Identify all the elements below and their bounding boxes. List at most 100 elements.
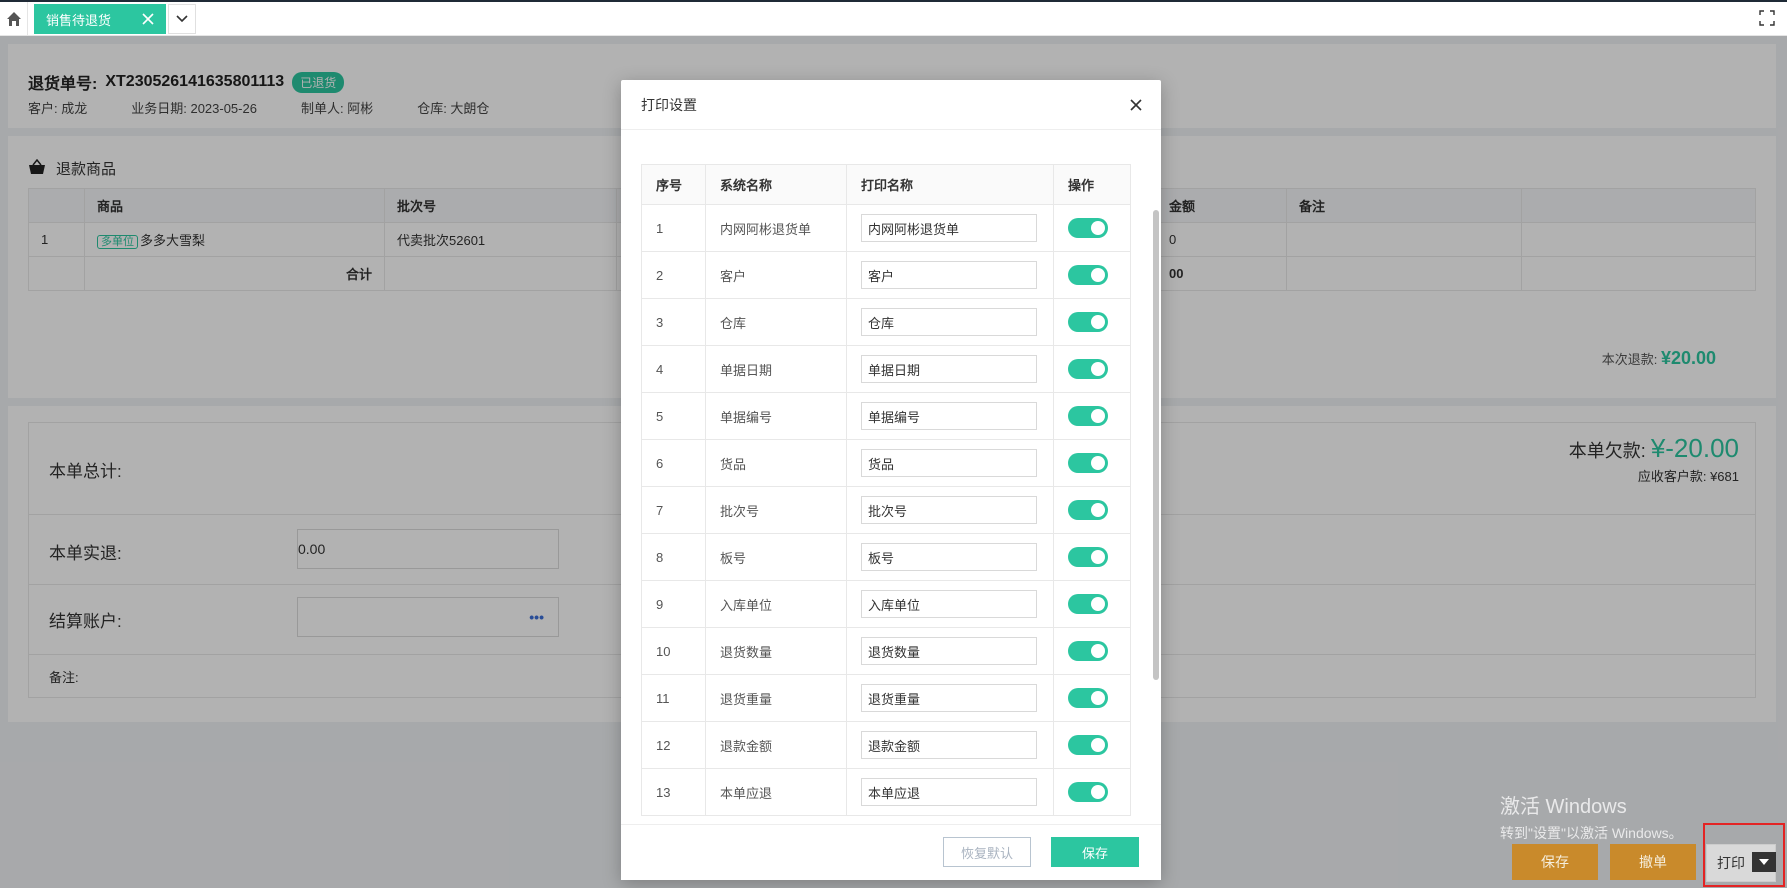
visibility-toggle[interactable] (1068, 688, 1108, 708)
system-name: 客户 (705, 251, 847, 299)
table-row: 9 入库单位 入库单位 (641, 580, 1131, 628)
watermark-line1: 激活 Windows (1500, 796, 1627, 818)
watermark-line2: 转到"设置"以激活 Windows。 (1500, 825, 1683, 841)
print-name-cell: 退货数量 (846, 627, 1054, 675)
print-name-cell: 本单应退 (846, 768, 1054, 816)
tab-sales-return[interactable]: 销售待退货 (34, 4, 166, 34)
print-name-cell: 货品 (846, 439, 1054, 487)
print-name-input[interactable]: 客户 (861, 261, 1037, 289)
col-header: 打印名称 (846, 164, 1054, 205)
print-name-input[interactable]: 内网阿彬退货单 (861, 214, 1037, 242)
row-number: 7 (641, 486, 706, 534)
restore-default-button[interactable]: 恢复默认 (943, 837, 1031, 867)
dialog-body: 序号 系统名称 打印名称 操作 1 内网阿彬退货单 内网阿彬退货单 2 客户 客户 3 仓库仓… (621, 130, 1161, 824)
col-header: 序号 (641, 164, 706, 205)
print-name-cell: 批次号 (846, 486, 1054, 534)
row-number: 9 (641, 580, 706, 628)
row-number: 8 (641, 533, 706, 581)
row-number: 4 (641, 345, 706, 393)
system-name: 批次号 (705, 486, 847, 534)
table-row: 13 本单应退 本单应退 (641, 768, 1131, 816)
print-name-cell: 客户 (846, 251, 1054, 299)
print-name-input[interactable]: 本单应退 (861, 778, 1037, 806)
print-name-input[interactable]: 退货重量 (861, 684, 1037, 712)
row-number: 5 (641, 392, 706, 440)
print-name-input[interactable]: 入库单位 (861, 590, 1037, 618)
row-number: 2 (641, 251, 706, 299)
visibility-toggle[interactable] (1068, 265, 1108, 285)
system-name: 板号 (705, 533, 847, 581)
home-icon[interactable] (0, 2, 28, 36)
visibility-toggle[interactable] (1068, 594, 1108, 614)
print-name-cell: 入库单位 (846, 580, 1054, 628)
system-name: 单据编号 (705, 392, 847, 440)
table-row: 2 客户 客户 (641, 251, 1131, 299)
print-name-input[interactable]: 仓库 (861, 308, 1037, 336)
print-name-input[interactable]: 退货数量 (861, 637, 1037, 665)
table-row: 8 板号 板号 (641, 533, 1131, 581)
system-name: 入库单位 (705, 580, 847, 628)
print-name-input[interactable]: 单据编号 (861, 402, 1037, 430)
toggle-cell (1053, 533, 1131, 581)
print-name-input[interactable]: 批次号 (861, 496, 1037, 524)
system-name: 仓库 (705, 298, 847, 346)
system-name: 单据日期 (705, 345, 847, 393)
visibility-toggle[interactable] (1068, 547, 1108, 567)
scrollbar[interactable] (1153, 210, 1159, 680)
system-name: 退货数量 (705, 627, 847, 675)
visibility-toggle[interactable] (1068, 359, 1108, 379)
system-name: 退款金额 (705, 721, 847, 769)
close-icon[interactable] (1127, 96, 1145, 114)
print-name-cell: 退款金额 (846, 721, 1054, 769)
toggle-cell (1053, 768, 1131, 816)
toggle-cell (1053, 674, 1131, 722)
save-button[interactable]: 保存 (1051, 837, 1139, 867)
table-row: 6 货品 货品 (641, 439, 1131, 487)
print-name-input[interactable]: 退款金额 (861, 731, 1037, 759)
toggle-cell (1053, 439, 1131, 487)
print-fields-table: 序号 系统名称 打印名称 操作 1 内网阿彬退货单 内网阿彬退货单 2 客户 客户 3 仓库仓… (641, 164, 1131, 816)
fullscreen-icon[interactable] (1759, 10, 1775, 26)
toggle-cell (1053, 345, 1131, 393)
toggle-cell (1053, 298, 1131, 346)
visibility-toggle[interactable] (1068, 500, 1108, 520)
row-number: 3 (641, 298, 706, 346)
visibility-toggle[interactable] (1068, 218, 1108, 238)
fields-header-row: 序号 系统名称 打印名称 操作 (641, 164, 1131, 205)
row-number: 13 (641, 768, 706, 816)
close-icon[interactable] (140, 11, 156, 27)
row-number: 10 (641, 627, 706, 675)
visibility-toggle[interactable] (1068, 782, 1108, 802)
visibility-toggle[interactable] (1068, 735, 1108, 755)
toggle-cell (1053, 721, 1131, 769)
row-number: 12 (641, 721, 706, 769)
table-row: 3 仓库 仓库 (641, 298, 1131, 346)
toggle-cell (1053, 392, 1131, 440)
col-header: 系统名称 (705, 164, 847, 205)
print-name-input[interactable]: 货品 (861, 449, 1037, 477)
table-row: 5 单据编号 单据编号 (641, 392, 1131, 440)
highlight-box (1703, 823, 1785, 887)
system-name: 内网阿彬退货单 (705, 204, 847, 252)
system-name: 退货重量 (705, 674, 847, 722)
print-settings-dialog: 打印设置 序号 系统名称 打印名称 操作 1 内网阿彬退货单 内网阿彬退货单 2 客户客… (621, 80, 1161, 880)
visibility-toggle[interactable] (1068, 453, 1108, 473)
visibility-toggle[interactable] (1068, 641, 1108, 661)
visibility-toggle[interactable] (1068, 312, 1108, 332)
visibility-toggle[interactable] (1068, 406, 1108, 426)
dialog-title: 打印设置 (641, 96, 697, 113)
table-row: 10 退货数量 退货数量 (641, 627, 1131, 675)
print-name-input[interactable]: 板号 (861, 543, 1037, 571)
save-button[interactable]: 保存 (1512, 844, 1598, 880)
revoke-button[interactable]: 撤单 (1610, 844, 1696, 880)
print-name-cell: 退货重量 (846, 674, 1054, 722)
dialog-header: 打印设置 (621, 80, 1161, 130)
print-name-input[interactable]: 单据日期 (861, 355, 1037, 383)
row-number: 1 (641, 204, 706, 252)
row-number: 6 (641, 439, 706, 487)
tab-bar: 销售待退货 (0, 0, 1787, 36)
chevron-down-icon[interactable] (168, 4, 196, 34)
row-number: 11 (641, 674, 706, 722)
toggle-cell (1053, 204, 1131, 252)
table-row: 7 批次号 批次号 (641, 486, 1131, 534)
